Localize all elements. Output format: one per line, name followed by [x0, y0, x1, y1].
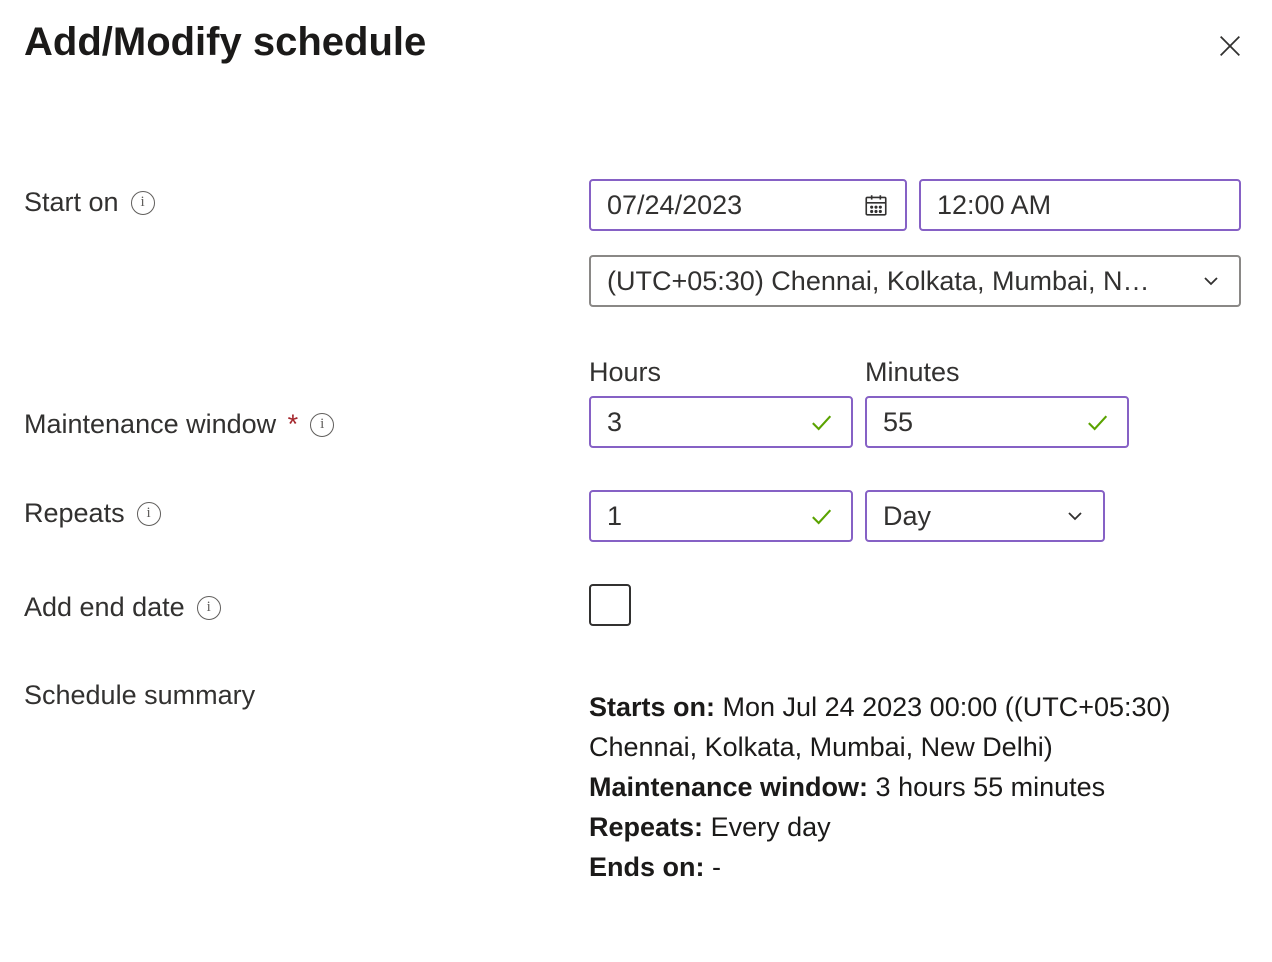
timezone-value: (UTC+05:30) Chennai, Kolkata, Mumbai, N…	[607, 266, 1189, 297]
close-icon	[1216, 32, 1244, 60]
hours-value: 3	[607, 407, 797, 438]
repeat-unit-value: Day	[883, 501, 1053, 532]
maintenance-window-label: Maintenance window	[24, 409, 276, 439]
start-date-value: 07/24/2023	[607, 190, 853, 221]
minutes-label: Minutes	[865, 357, 1129, 388]
chevron-down-icon	[1199, 269, 1223, 293]
start-on-label: Start on	[24, 187, 119, 218]
schedule-summary-label: Schedule summary	[24, 680, 255, 711]
info-icon[interactable]	[137, 502, 161, 526]
summary-ends-value: -	[712, 852, 721, 882]
add-end-date-label: Add end date	[24, 592, 185, 623]
summary-mw-value: 3 hours 55 minutes	[876, 772, 1106, 802]
minutes-value: 55	[883, 407, 1073, 438]
repeat-count-input[interactable]: 1	[589, 490, 853, 542]
summary-starts-on-label: Starts on:	[589, 692, 715, 722]
info-icon[interactable]	[310, 413, 334, 437]
timezone-select[interactable]: (UTC+05:30) Chennai, Kolkata, Mumbai, N…	[589, 255, 1241, 307]
required-indicator: *	[288, 409, 299, 439]
minutes-input[interactable]: 55	[865, 396, 1129, 448]
page-title: Add/Modify schedule	[24, 20, 426, 65]
start-time-input[interactable]: 12:00 AM	[919, 179, 1241, 231]
close-button[interactable]	[1212, 28, 1248, 69]
info-icon[interactable]	[197, 596, 221, 620]
checkmark-icon	[807, 408, 835, 436]
hours-label: Hours	[589, 357, 853, 388]
repeat-unit-select[interactable]: Day	[865, 490, 1105, 542]
start-date-input[interactable]: 07/24/2023	[589, 179, 907, 231]
repeats-label: Repeats	[24, 498, 125, 529]
hours-input[interactable]: 3	[589, 396, 853, 448]
info-icon[interactable]	[131, 191, 155, 215]
chevron-down-icon	[1063, 504, 1087, 528]
summary-mw-label: Maintenance window:	[589, 772, 868, 802]
add-end-date-checkbox[interactable]	[589, 584, 631, 626]
checkmark-icon	[807, 502, 835, 530]
start-time-value: 12:00 AM	[937, 190, 1223, 221]
checkmark-icon	[1083, 408, 1111, 436]
schedule-summary: Starts on: Mon Jul 24 2023 00:00 ((UTC+0…	[589, 680, 1248, 888]
repeat-count-value: 1	[607, 501, 797, 532]
calendar-icon	[863, 192, 889, 218]
summary-repeats-value: Every day	[711, 812, 831, 842]
summary-repeats-label: Repeats:	[589, 812, 703, 842]
summary-ends-label: Ends on:	[589, 852, 705, 882]
